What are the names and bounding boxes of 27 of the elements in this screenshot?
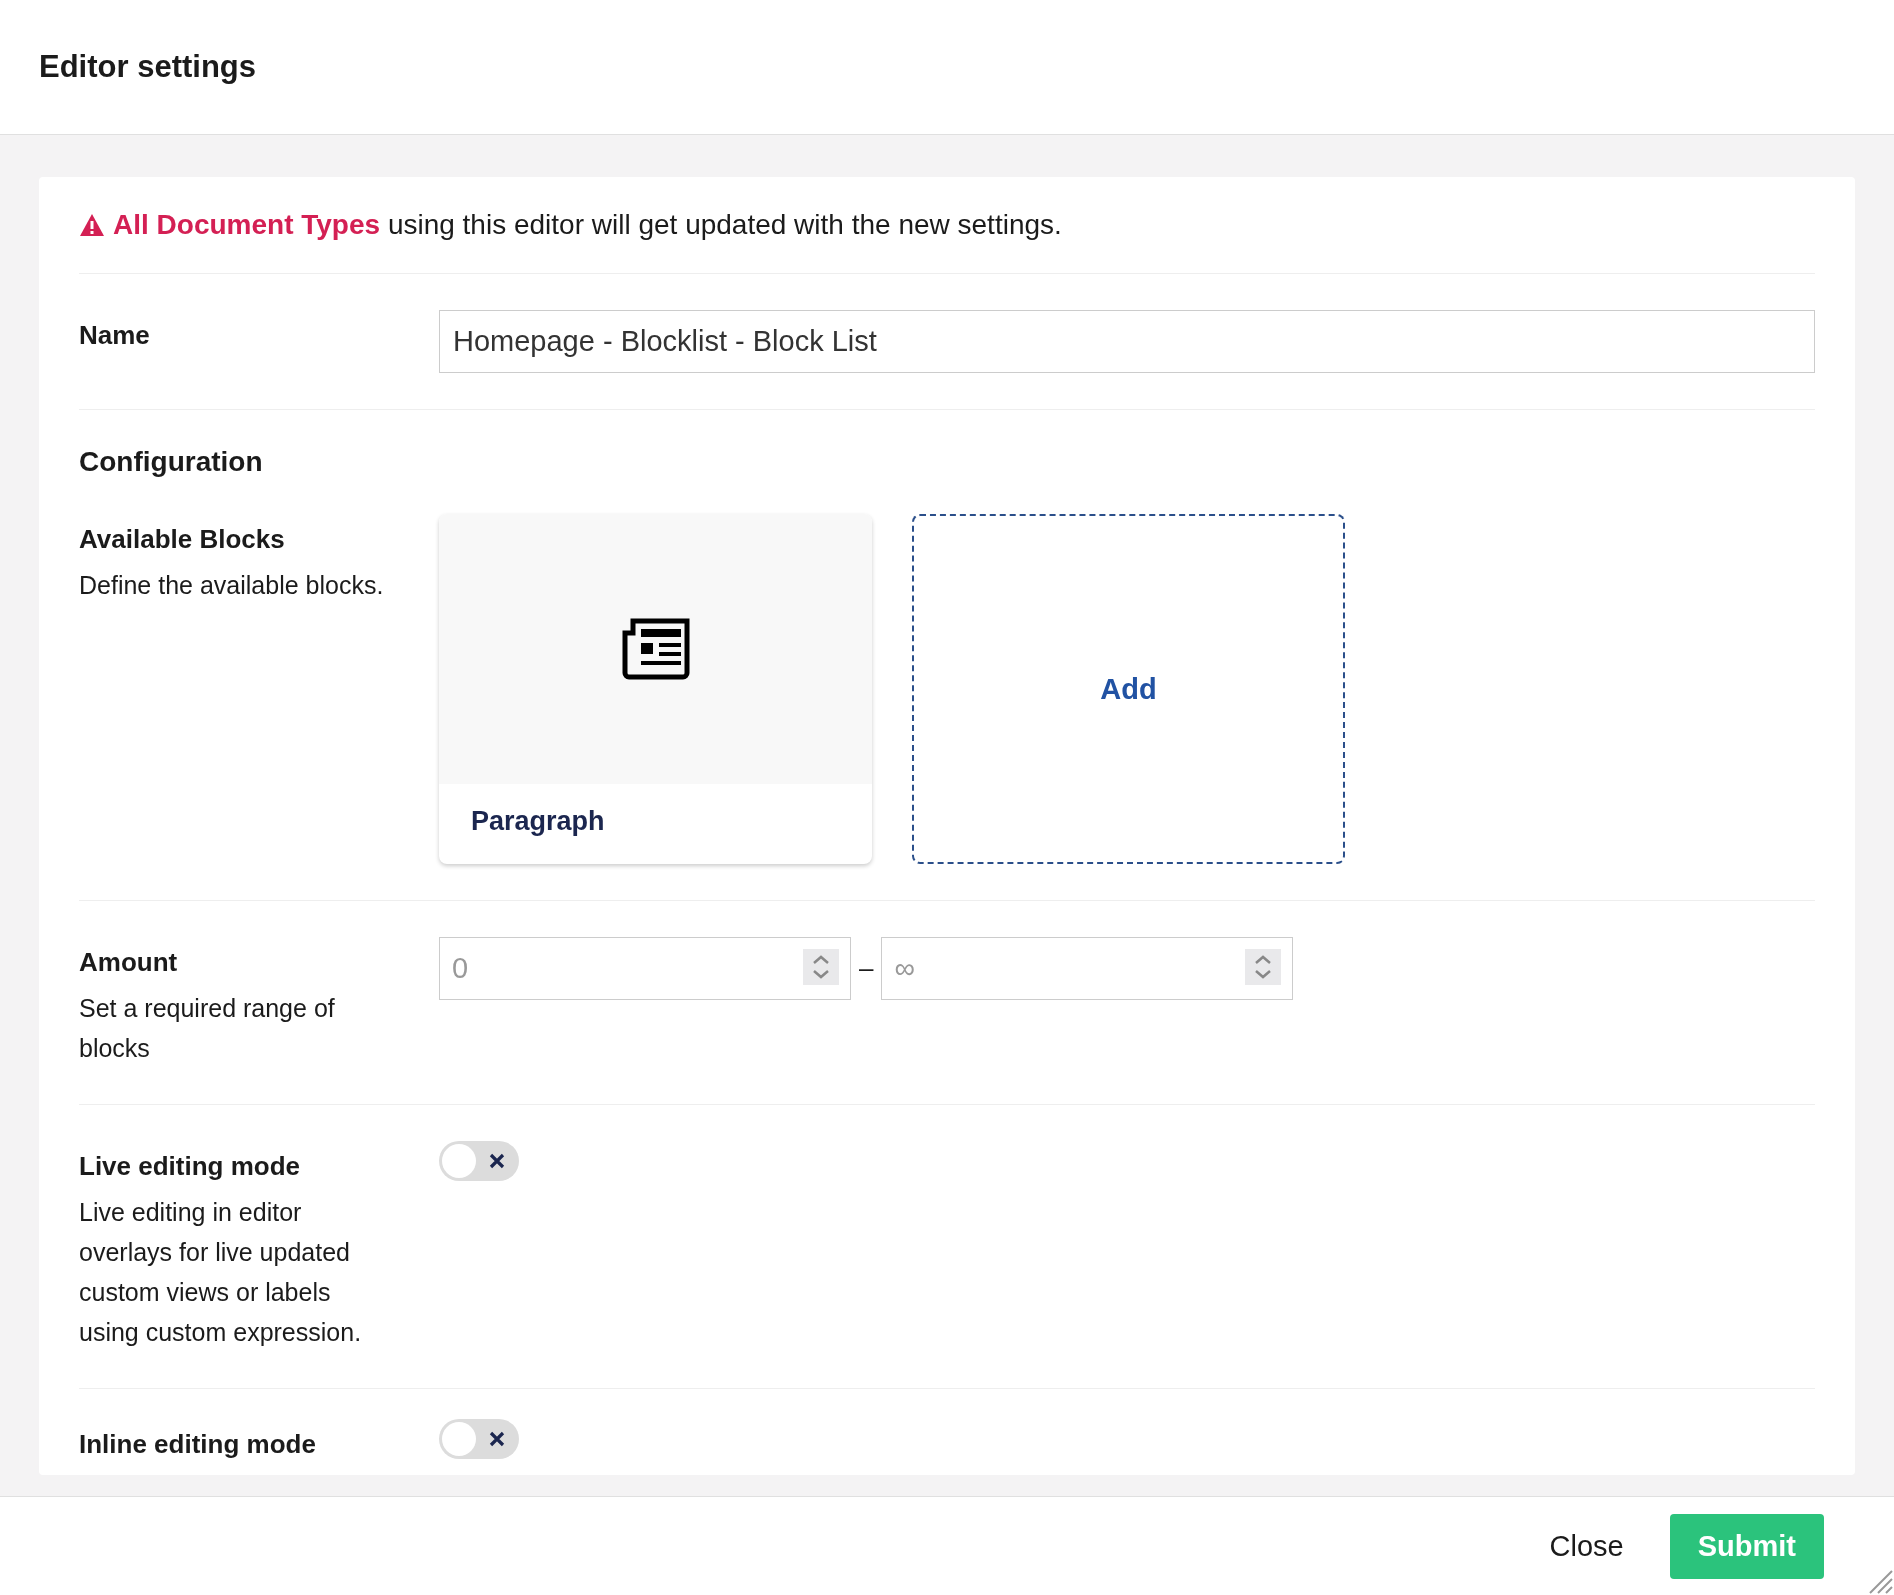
close-icon (488, 1430, 506, 1448)
max-number-field[interactable]: ∞ (881, 937, 1294, 1000)
spinner-icon[interactable] (1245, 949, 1282, 985)
field-description: Live editing in editor overlays for live updated custom views or labels using custom expression. (79, 1197, 363, 1348)
dialog-title: Editor settings (39, 49, 256, 85)
field-label: Name (79, 320, 151, 351)
field-description: Define the available blocks. (79, 570, 384, 601)
toggle-switch[interactable] (439, 1141, 519, 1181)
field-label: Available Blocks (79, 524, 286, 555)
newspaper-icon (620, 617, 691, 681)
close-button[interactable]: Close (1543, 1528, 1630, 1564)
field-label: Configuration (79, 446, 264, 478)
add-block-button[interactable]: Add (912, 514, 1345, 864)
field-label: Amount (79, 947, 179, 978)
min-number-field[interactable]: 0 (439, 937, 851, 1000)
close-icon (488, 1152, 506, 1170)
spinner-icon[interactable] (803, 949, 839, 985)
block-card[interactable]: Paragraph (439, 514, 872, 864)
range-separator: – (859, 953, 874, 984)
warning-icon (79, 213, 105, 237)
toggle-switch[interactable] (439, 1419, 519, 1459)
block-name: Paragraph (470, 805, 606, 838)
field-description: Set a required range of blocks (79, 993, 336, 1064)
name-input-field[interactable]: Homepage - Blocklist - Block List (439, 310, 1815, 373)
field-label: Inline editing mode (79, 1429, 317, 1460)
warning-message: All Document Types using this editor will get updated with the new settings. (113, 209, 1062, 241)
field-label: Live editing mode (79, 1151, 302, 1182)
